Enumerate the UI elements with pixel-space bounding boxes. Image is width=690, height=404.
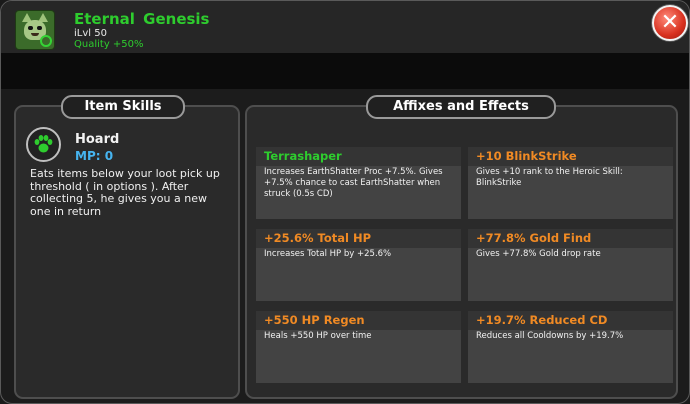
affix-card[interactable]: Terrashaper Increases EarthShatter Proc …: [256, 147, 461, 219]
green-creature-portrait-icon: [15, 10, 55, 50]
portrait-eye-right: [37, 26, 42, 30]
affix-description: Heals +550 HP over time: [264, 331, 372, 341]
affix-name: +550 HP Regen: [256, 311, 461, 330]
header-band: [1, 53, 689, 89]
item-detail-window: Eternal Genesis iLvl 50 Quality +50% ✕ I…: [0, 0, 690, 404]
affix-name: +77.8% Gold Find: [468, 229, 673, 248]
affix-description: Increases Total HP by +25.6%: [264, 249, 392, 259]
affix-card[interactable]: +10 BlinkStrike Gives +10 rank to the He…: [468, 147, 673, 219]
close-x-icon: ✕: [660, 10, 680, 35]
close-button[interactable]: ✕: [652, 5, 688, 41]
item-level: iLvl 50: [74, 28, 107, 39]
affix-name: Terrashaper: [256, 147, 461, 166]
affix-name: +25.6% Total HP: [256, 229, 461, 248]
affix-card[interactable]: +25.6% Total HP Increases Total HP by +2…: [256, 229, 461, 301]
portrait-mouth: [31, 33, 39, 36]
affix-description: Reduces all Cooldowns by +19.7%: [476, 331, 624, 341]
affix-description: Increases EarthShatter Proc +7.5%. Gives…: [264, 167, 443, 199]
item-name: Eternal Genesis: [74, 10, 210, 28]
affix-name: +10 BlinkStrike: [468, 147, 673, 166]
affix-card[interactable]: +19.7% Reduced CD Reduces all Cooldowns …: [468, 311, 673, 383]
item-skills-title: Item Skills: [61, 95, 185, 119]
skill-mp-cost: MP: 0: [75, 149, 114, 163]
affix-name: +19.7% Reduced CD: [468, 311, 673, 330]
paw-icon[interactable]: [26, 127, 61, 162]
portrait-gem: [40, 35, 52, 47]
affix-card[interactable]: +77.8% Gold Find Gives +77.8% Gold drop …: [468, 229, 673, 301]
affix-description: Gives +10 rank to the Heroic Skill: Blin…: [476, 167, 623, 188]
paw-glyph: [34, 135, 53, 153]
portrait-eye-left: [28, 26, 33, 30]
affixes-title: Affixes and Effects: [366, 95, 556, 119]
skill-name: Hoard: [75, 132, 120, 147]
item-quality: Quality +50%: [74, 39, 144, 50]
affix-card[interactable]: +550 HP Regen Heals +550 HP over time: [256, 311, 461, 383]
skill-description: Eats items below your loot pick up thres…: [30, 167, 220, 218]
affix-description: Gives +77.8% Gold drop rate: [476, 249, 601, 259]
item-header: Eternal Genesis iLvl 50 Quality +50%: [1, 1, 689, 53]
